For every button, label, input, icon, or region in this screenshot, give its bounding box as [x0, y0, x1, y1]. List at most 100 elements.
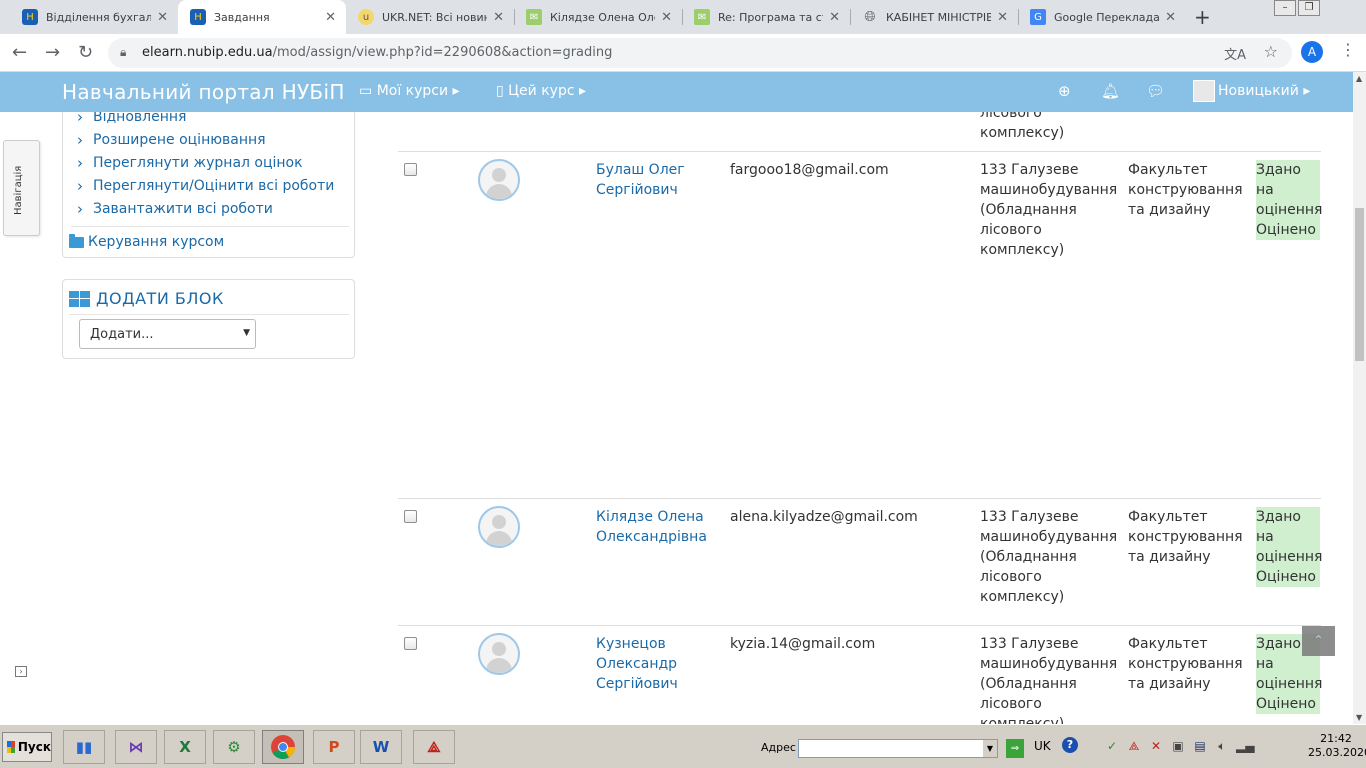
student-specialty: 133 Галузеве машинобудування (Обладнання лі… [980, 509, 1118, 605]
forward-arrow-icon[interactable]: → [45, 42, 60, 63]
student-faculty: Факультет конструювання та дизайну [1128, 636, 1243, 692]
google-translate-icon: G [1030, 9, 1046, 25]
tab-2[interactable]: u UKR.NET: Всі новини ✕ [346, 0, 514, 34]
sidebar-link-view-all[interactable]: Переглянути/Оцінити всі роботи [77, 177, 334, 195]
site-navbar: Навчальний портал НУБіП ▭ Мої курси ▸ ▯ … [0, 72, 1353, 112]
dock-icon[interactable]: › [15, 666, 27, 677]
close-icon[interactable]: ✕ [997, 10, 1008, 25]
back-to-top-button[interactable]: ⌃ [1302, 626, 1335, 656]
tab-6[interactable]: G Google Перекладач ✕ [1018, 0, 1186, 34]
powerpoint-icon[interactable]: P [313, 730, 355, 764]
close-icon[interactable]: ✕ [157, 10, 168, 25]
target-icon[interactable]: ⊕ [1058, 82, 1071, 100]
dropdown-arrow-icon[interactable]: ▼ [983, 740, 997, 757]
address-bar[interactable]: 🔒︎ elearn.nubip.edu.ua/mod/assign/view.p… [108, 38, 1292, 68]
close-icon[interactable]: ✕ [829, 10, 840, 25]
lock-icon: 🔒︎ [120, 45, 127, 59]
minimize-icon[interactable]: – [1274, 0, 1296, 16]
os-taskbar: Пуск ▮▮ ⋈ X ⚙ P W ⟁ Адрес ▼ ⇒ UK ? ✓ ⟁ ✕… [0, 724, 1366, 768]
start-button[interactable]: Пуск [2, 732, 52, 762]
student-specialty: 133 Галузеве машинобудування (Обладнання лі… [980, 636, 1118, 724]
language-indicator[interactable]: UK [1034, 739, 1051, 753]
sidebar-link-gradebook[interactable]: Переглянути журнал оцінок [77, 154, 303, 172]
chat-icon[interactable]: 💬︎ [1146, 82, 1165, 100]
student-name-link[interactable]: Булаш Олег Сергійович [596, 160, 685, 200]
scrollbar-thumb[interactable] [1355, 208, 1364, 361]
help-icon[interactable]: ? [1062, 737, 1078, 753]
tab-1[interactable]: Н Завдання ✕ [178, 0, 346, 34]
menu-this-course[interactable]: ▯ Цей курс ▸ [496, 83, 586, 99]
site-brand[interactable]: Навчальний портал НУБіП [62, 80, 345, 104]
scroll-down-icon[interactable]: ▼ [1356, 713, 1362, 722]
tab-4[interactable]: ✉ Re: Програма та стр ✕ [682, 0, 850, 34]
go-button[interactable]: ⇒ [1006, 739, 1024, 758]
file-manager-icon[interactable]: ▮▮ [63, 730, 105, 764]
network-icon[interactable]: ✓ [1104, 738, 1120, 754]
system-tray: ✓ ⟁ ✕ ▣ ▤ 🔈︎ ▂▄ [1104, 738, 1255, 754]
close-icon[interactable]: ✕ [325, 10, 336, 25]
monitor-icon[interactable]: ▤ [1192, 738, 1208, 754]
device-icon[interactable]: ▣ [1170, 738, 1186, 754]
back-arrow-icon[interactable]: ← [12, 42, 27, 63]
new-tab-button[interactable]: + [1194, 5, 1211, 29]
student-name-link[interactable]: Кузнецов Олександр Сергійович [596, 634, 678, 694]
pdf-reader-icon[interactable]: ⟁ [413, 730, 455, 764]
close-icon[interactable]: ✕ [1165, 10, 1176, 25]
close-icon[interactable]: ✕ [661, 10, 672, 25]
pdf-tray-icon[interactable]: ⟁ [1126, 738, 1142, 754]
address-label: Адрес [761, 741, 796, 754]
avatar[interactable] [478, 506, 520, 548]
add-block: ДОДАТИ БЛОК Додати... ▼ [62, 279, 355, 359]
scroll-up-icon[interactable]: ▲ [1356, 74, 1362, 83]
chrome-icon[interactable] [262, 730, 304, 764]
tab-0[interactable]: Н Відділення бухгалте ✕ [10, 0, 178, 34]
warning-icon[interactable]: ✕ [1148, 738, 1164, 754]
taskbar-address-input[interactable]: ▼ [798, 739, 998, 758]
nubip-icon: Н [22, 9, 38, 25]
row-select-checkbox[interactable] [404, 637, 417, 650]
tab-5[interactable]: 🌐︎ КАБІНЕТ МІНІСТРІВ ✕ [850, 0, 1018, 34]
url-text: elearn.nubip.edu.ua/mod/assign/view.php?… [142, 45, 613, 60]
avatar[interactable] [478, 159, 520, 201]
profile-avatar[interactable]: A [1301, 41, 1323, 63]
course-admin-link[interactable]: Керування курсом [69, 233, 224, 250]
chrome-menu-icon[interactable]: ⋮ [1340, 40, 1356, 59]
word-icon[interactable]: W [360, 730, 402, 764]
volume-icon[interactable]: 🔈︎ [1214, 738, 1230, 754]
globe-icon: 🌐︎ [864, 9, 876, 25]
row-select-checkbox[interactable] [404, 510, 417, 523]
tab-3[interactable]: ✉ Кілядзе Олена Олек ✕ [514, 0, 682, 34]
avatar[interactable] [478, 633, 520, 675]
excel-icon[interactable]: X [164, 730, 206, 764]
system-clock[interactable]: 21:42 25.03.2020 [1308, 732, 1366, 760]
student-email: kyzia.14@gmail.com [730, 636, 876, 652]
translate-icon[interactable]: 文A [1224, 44, 1246, 63]
restore-icon[interactable]: ❐ [1298, 0, 1320, 16]
row-select-checkbox[interactable] [404, 163, 417, 176]
courses-icon: ▭ [359, 83, 373, 99]
nubip-icon: Н [190, 9, 206, 25]
close-icon[interactable]: ✕ [493, 10, 504, 25]
add-block-heading: ДОДАТИ БЛОК [69, 289, 224, 308]
visual-studio-icon[interactable]: ⋈ [115, 730, 157, 764]
student-name-link[interactable]: Кілядзе Олена Олександрівна [596, 507, 707, 547]
page-content: Навігація › Відновлення Розширене оцінюв… [0, 112, 1353, 724]
book-icon: ▯ [496, 83, 504, 99]
browser-toolbar: ← → ↻ 🔒︎ elearn.nubip.edu.ua/mod/assign/… [0, 34, 1366, 72]
menu-my-courses[interactable]: ▭ Мої курси ▸ [359, 83, 460, 99]
signal-icon[interactable]: ▂▄ [1236, 738, 1254, 754]
window-controls: – ❐ [1274, 0, 1320, 18]
page-scrollbar[interactable]: ▲ ▼ [1353, 72, 1366, 724]
sidebar-link-restore[interactable]: Відновлення [77, 112, 187, 126]
bell-icon[interactable]: 🔔︎ [1101, 82, 1120, 100]
bookmark-star-icon[interactable]: ☆ [1264, 42, 1278, 61]
mail-icon: ✉ [526, 9, 542, 25]
browser-tab-strip: Н Відділення бухгалте ✕ Н Завдання ✕ u U… [0, 0, 1366, 34]
add-block-select[interactable]: Додати... ▼ [79, 319, 256, 349]
security-icon[interactable]: ⚙ [213, 730, 255, 764]
reload-icon[interactable]: ↻ [78, 42, 93, 63]
sidebar-link-download-all[interactable]: Завантажити всі роботи [77, 200, 273, 218]
navigation-drawer-tab[interactable]: Навігація [3, 140, 40, 236]
user-menu[interactable]: Новицький ▸ [1193, 80, 1310, 102]
sidebar-link-advanced-grading[interactable]: Розширене оцінювання [77, 131, 266, 149]
